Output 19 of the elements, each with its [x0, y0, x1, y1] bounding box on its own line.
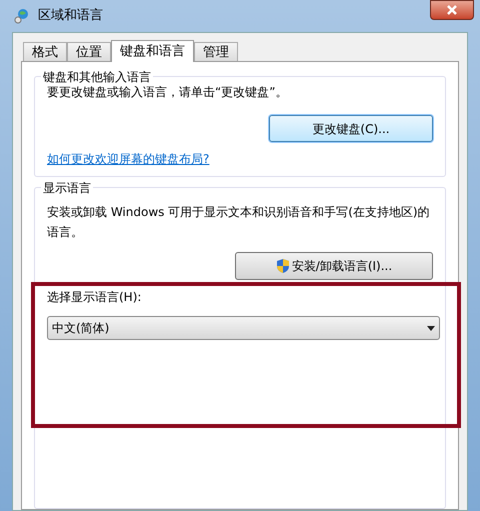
description-text: 要更改键盘或输入语言，请单击“更改键盘”。 [47, 84, 288, 101]
window-title: 区域和语言 [38, 7, 103, 26]
group-title: 键盘和其他输入语言 [41, 68, 153, 86]
tab[interactable]: 位置 [67, 42, 111, 61]
group-title: 显示语言 [41, 179, 93, 197]
close-button[interactable] [430, 0, 474, 20]
change-keyboard-button[interactable]: 更改键盘(C)... [269, 115, 433, 142]
tab[interactable]: 管理 [194, 42, 238, 61]
select-label: 选择显示语言(H): [47, 289, 142, 306]
tab[interactable]: 格式 [23, 42, 67, 61]
close-icon [447, 5, 457, 15]
shield-icon [276, 258, 290, 274]
dropdown-arrow-icon [427, 326, 435, 330]
install-language-button[interactable]: 安装/卸载语言(I)... [235, 252, 433, 280]
keyboard-layout-link[interactable]: 如何更改欢迎屏幕的键盘布局? [47, 150, 433, 168]
tab[interactable]: 键盘和语言 [111, 40, 194, 62]
description-text: 安装或卸载 Windows 可用于显示文本和识别语音和手写(在支持地区)的语言。 [47, 204, 431, 241]
globe-icon [14, 8, 30, 24]
display-language-select[interactable]: 中文(简体) [47, 316, 440, 340]
